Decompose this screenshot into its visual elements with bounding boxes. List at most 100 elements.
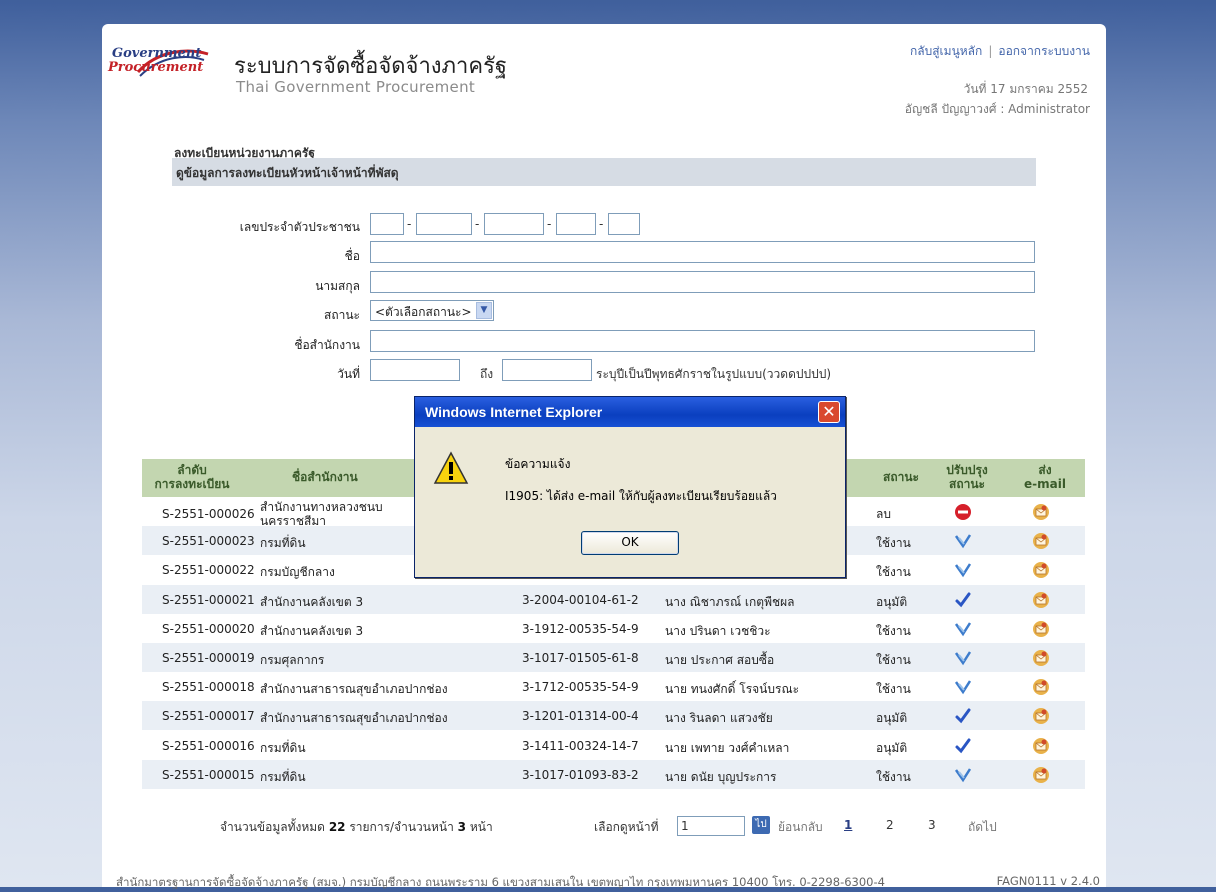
check-icon[interactable] bbox=[953, 736, 973, 756]
send-email-icon[interactable] bbox=[1031, 706, 1051, 726]
send-email-icon[interactable] bbox=[1031, 736, 1051, 756]
pager-summary-suffix: หน้า bbox=[469, 820, 493, 834]
status-select[interactable]: <ตัวเลือกสถานะ> ▼ bbox=[370, 300, 494, 321]
date-from-input[interactable] bbox=[370, 359, 460, 381]
id-dash: - bbox=[475, 217, 480, 231]
delete-icon[interactable] bbox=[953, 502, 973, 522]
id-dash: - bbox=[599, 217, 604, 231]
row-status: ใช้งาน bbox=[876, 536, 911, 551]
row-name: นาย เพทาย วงศ์คำเหลา bbox=[665, 740, 790, 755]
id-dash: - bbox=[547, 217, 552, 231]
row-id: 3-1017-01505-61-8 bbox=[522, 651, 639, 665]
date-to-input[interactable] bbox=[502, 359, 592, 381]
row-seq: S-2551-000018 bbox=[162, 680, 255, 695]
table-row: S-2551-000020 สำนักงานคลังเขต 3 3-1912-005… bbox=[142, 614, 1085, 643]
row-status: ใช้งาน bbox=[876, 623, 911, 638]
row-office: สำนักงานสาธารณสุขอำเภอปากช่อง bbox=[260, 711, 448, 726]
id-field-5[interactable] bbox=[608, 213, 640, 235]
send-email-icon[interactable] bbox=[1031, 531, 1051, 551]
name-label: ชื่อ bbox=[344, 249, 360, 263]
row-id: 3-2004-00104-61-2 bbox=[522, 592, 639, 607]
dialog-titlebar[interactable]: Windows Internet Explorer ✕ bbox=[415, 397, 845, 427]
page-link-2[interactable]: 2 bbox=[886, 818, 894, 832]
edit-icon[interactable] bbox=[953, 619, 973, 639]
pager-pages: 3 bbox=[457, 820, 467, 834]
name-input[interactable] bbox=[370, 241, 1035, 263]
go-button[interactable]: ไป bbox=[752, 816, 770, 834]
edit-icon[interactable] bbox=[953, 765, 973, 785]
logo-text-government: Government bbox=[112, 46, 202, 61]
check-icon[interactable] bbox=[953, 590, 973, 610]
top-links: กลับสู่เมนูหลัก | ออกจากระบบงาน bbox=[910, 42, 1090, 61]
id-field-2[interactable] bbox=[416, 213, 472, 235]
row-id: 3-1017-01093-83-2 bbox=[522, 767, 639, 782]
check-icon[interactable] bbox=[953, 706, 973, 726]
close-icon[interactable]: ✕ bbox=[818, 401, 840, 423]
row-status: ใช้งาน bbox=[876, 653, 911, 667]
next-link[interactable]: ถัดไป bbox=[968, 818, 997, 837]
send-email-icon[interactable] bbox=[1031, 648, 1051, 668]
section-subtitle: ดูข้อมูลการลงทะเบียนหัวหน้าเจ้าหน้าที่พั… bbox=[176, 166, 399, 180]
row-office: กรมที่ดิน bbox=[260, 536, 306, 551]
row-status: ลบ bbox=[876, 507, 891, 521]
row-name: นาย ดนัย บุญประการ bbox=[665, 769, 777, 784]
pager-summary: จำนวนข้อมูลทั้งหมด 22 รายการ/จำนวนหน้า 3… bbox=[220, 818, 493, 837]
send-email-icon[interactable] bbox=[1031, 619, 1051, 639]
send-email-icon[interactable] bbox=[1031, 502, 1051, 522]
header-status: สถานะ bbox=[883, 470, 919, 484]
edit-icon[interactable] bbox=[953, 560, 973, 580]
edit-icon[interactable] bbox=[953, 531, 973, 551]
send-email-icon[interactable] bbox=[1031, 765, 1051, 785]
section-subtitle-bar: ดูข้อมูลการลงทะเบียนหัวหน้าเจ้าหน้าที่พั… bbox=[172, 158, 1036, 186]
header-update-status: ปรับปรุง สถานะ bbox=[946, 463, 988, 491]
row-id: 3-1411-00324-14-7 bbox=[522, 738, 639, 753]
row-seq: S-2551-000020 bbox=[162, 621, 255, 636]
table-row: S-2551-000016 กรมที่ดิน 3-1411-00324-14-7 น… bbox=[142, 731, 1085, 760]
header-seq: ลำดับ การลงทะเบียน bbox=[154, 463, 230, 491]
logout-link[interactable]: ออกจากระบบงาน bbox=[998, 44, 1090, 58]
edit-icon[interactable] bbox=[953, 648, 973, 668]
date-format-hint: ระบุปีเป็นปีพุทธศักราชในรูปแบบ(ววดดปปปป) bbox=[596, 367, 832, 381]
page-link-3[interactable]: 3 bbox=[928, 818, 936, 832]
row-id: 3-1912-00535-54-9 bbox=[522, 621, 639, 636]
id-label: เลขประจำตัวประชาชน bbox=[239, 220, 360, 234]
row-seq: S-2551-000023 bbox=[162, 534, 255, 549]
row-status: ใช้งาน bbox=[876, 769, 911, 784]
row-seq: S-2551-000017 bbox=[162, 709, 255, 724]
link-separator: | bbox=[988, 44, 993, 58]
id-field-1[interactable] bbox=[370, 213, 404, 235]
send-email-icon[interactable] bbox=[1031, 560, 1051, 580]
pager-summary-prefix: จำนวนข้อมูลทั้งหมด bbox=[220, 820, 325, 834]
surname-input[interactable] bbox=[370, 271, 1035, 293]
send-email-icon[interactable] bbox=[1031, 590, 1051, 610]
footer-address: สำนักมาตรฐานการจัดซื้อจัดจ้างภาครัฐ (สมจ… bbox=[116, 875, 885, 889]
row-office: สำนักงานคลังเขต 3 bbox=[260, 623, 364, 638]
office-input[interactable] bbox=[370, 330, 1035, 352]
home-link[interactable]: กลับสู่เมนูหลัก bbox=[910, 44, 982, 58]
id-field-3[interactable] bbox=[484, 213, 544, 235]
pager-summary-mid: รายการ/จำนวนหน้า bbox=[349, 820, 454, 834]
row-name: นาง รินลดา แสวงชัย bbox=[665, 711, 773, 726]
goto-label: เลือกดูหน้าที่ bbox=[594, 820, 659, 834]
edit-icon[interactable] bbox=[953, 677, 973, 697]
goto-page-input[interactable]: 1 bbox=[677, 816, 745, 836]
prev-link[interactable]: ย้อนกลับ bbox=[778, 818, 823, 837]
dialog-message: I1905: ได้ส่ง e-mail ให้กับผู้ลงทะเบียนเ… bbox=[505, 489, 777, 503]
table-row: S-2551-000015 กรมที่ดิน 3-1017-01093-83-2 น… bbox=[142, 759, 1085, 789]
row-office: สำนักงานคลังเขต 3 bbox=[260, 594, 364, 609]
office-label: ชื่อสำนักงาน bbox=[294, 338, 360, 352]
page-link-1[interactable]: 1 bbox=[844, 818, 852, 832]
row-name: นาง ปรินดา เวชชิวะ bbox=[665, 623, 771, 638]
ok-button[interactable]: OK bbox=[581, 531, 679, 555]
chevron-down-icon[interactable]: ▼ bbox=[476, 302, 492, 319]
id-field-4[interactable] bbox=[556, 213, 596, 235]
send-email-icon[interactable] bbox=[1031, 677, 1051, 697]
row-name: นาง ณิชาภรณ์ เกตุพืชผล bbox=[665, 594, 795, 609]
table-row: S-2551-000017 สำนักงานสาธารณสุขอำเภอปากช่… bbox=[142, 701, 1085, 731]
row-seq: S-2551-000016 bbox=[162, 738, 255, 753]
logo-text-procurement: Procurement bbox=[108, 60, 204, 75]
row-status: อนุมัติ bbox=[876, 711, 908, 726]
surname-label: นามสกุล bbox=[315, 279, 360, 293]
status-label: สถานะ bbox=[324, 308, 360, 322]
row-office: สำนักงานสาธารณสุขอำเภอปากช่อง bbox=[260, 682, 448, 697]
